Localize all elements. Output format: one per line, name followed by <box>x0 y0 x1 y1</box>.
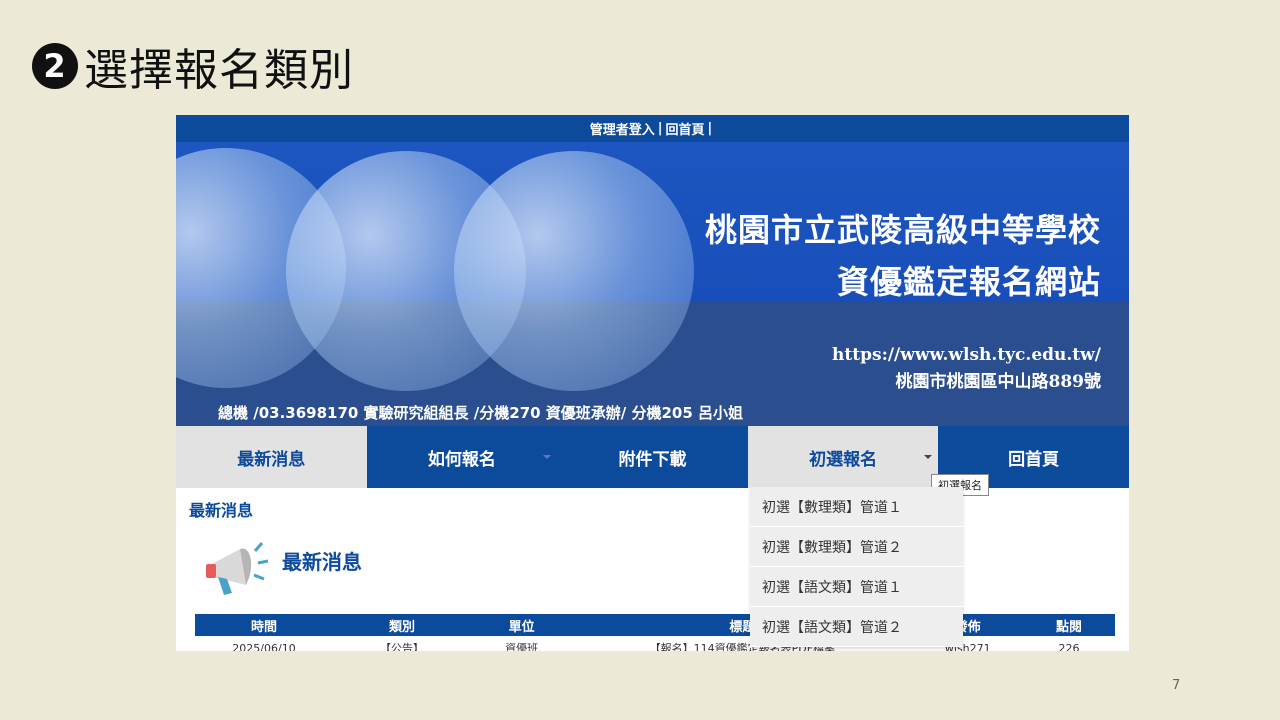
column-header: 類別 <box>388 619 415 635</box>
column-header: 點閱 <box>1055 619 1082 635</box>
table-cell: 【公告】 <box>380 642 424 651</box>
step-number-badge: 2 <box>32 43 78 89</box>
admin-login-link[interactable]: 管理者登入 <box>590 119 655 138</box>
nav-label: 初選報名 <box>809 449 878 470</box>
nav-latest-news[interactable]: 最新消息 <box>176 426 367 488</box>
table-header-row: 時間 類別 單位 標題 發佈 點閱 <box>195 614 1115 636</box>
news-table: 時間 類別 單位 標題 發佈 點閱 2025/06/10 【公告】 資優班 【報… <box>195 614 1115 651</box>
column-header: 時間 <box>250 619 277 635</box>
site-name: 資優鑑定報名網站 <box>836 263 1101 301</box>
site-banner: 桃園市立武陵高級中等學校 資優鑑定報名網站 https://www.wlsh.t… <box>176 142 1129 426</box>
school-address: 桃園市桃園區中山路889號 <box>895 372 1102 392</box>
news-section-title: 最新消息 <box>282 550 362 574</box>
banner-url-block: https://www.wlsh.tyc.edu.tw/ 桃園市桃園區中山路88… <box>832 342 1101 396</box>
slide-title-text: 選擇報名類別 <box>84 45 354 96</box>
column-header: 單位 <box>508 619 535 635</box>
page-number: 7 <box>1172 678 1181 693</box>
nav-preliminary-registration[interactable]: 初選報名 <box>747 426 939 488</box>
separator: | <box>657 121 663 136</box>
school-url: https://www.wlsh.tyc.edu.tw/ <box>832 345 1101 365</box>
decorative-circle <box>454 151 694 391</box>
table-cell: 226 <box>1058 641 1080 652</box>
nav-label: 最新消息 <box>237 449 306 470</box>
slide-title: 2 選擇報名類別 <box>32 34 354 98</box>
content-heading: 最新消息 <box>189 501 254 520</box>
table-cell: 2025/06/10 <box>232 641 296 652</box>
menu-item-language-channel-1[interactable]: 初選【語文類】管道１ <box>750 567 963 607</box>
top-bar: 管理者登入 | 回首頁 | <box>176 115 1129 142</box>
caret-down-icon <box>924 455 933 459</box>
table-cell: 資優班 <box>505 642 539 651</box>
megaphone-icon <box>206 542 269 595</box>
menu-item-math-science-channel-1[interactable]: 初選【數理類】管道１ <box>750 487 963 527</box>
nav-label: 如何報名 <box>427 449 496 470</box>
separator: | <box>707 121 713 136</box>
menu-item-language-channel-2[interactable]: 初選【語文類】管道２ <box>750 607 963 647</box>
contact-info: 總機 /03.3698170 實驗研究組組長 /分機270 資優班承辦/ 分機2… <box>218 404 744 422</box>
registration-dropdown-menu: 初選【數理類】管道１ 初選【數理類】管道２ 初選【語文類】管道１ 初選【語文類】… <box>750 487 963 647</box>
menu-item-math-science-channel-2[interactable]: 初選【數理類】管道２ <box>750 527 963 567</box>
content-area: 最新消息 最新消息 時間 類別 單位 標題 發佈 點閱 2025/06/10 【… <box>176 488 1129 651</box>
nav-how-to-register[interactable]: 如何報名 <box>367 426 558 488</box>
nav-attachments[interactable]: 附件下載 <box>557 426 748 488</box>
caret-down-icon <box>543 455 552 459</box>
nav-label: 回首頁 <box>1008 449 1060 470</box>
school-name: 桃園市立武陵高級中等學校 <box>704 211 1101 249</box>
nav-label: 附件下載 <box>618 449 687 470</box>
banner-title: 桃園市立武陵高級中等學校 資優鑑定報名網站 <box>705 204 1101 308</box>
table-row[interactable]: 2025/06/10 【公告】 資優班 【報名】114資優鑑定報名表PDF檔案 … <box>195 636 1115 652</box>
home-link[interactable]: 回首頁 <box>666 119 705 138</box>
website-screenshot: 管理者登入 | 回首頁 | 桃園市立武陵高級中等學校 資優鑑定報名網站 http… <box>176 115 1129 651</box>
